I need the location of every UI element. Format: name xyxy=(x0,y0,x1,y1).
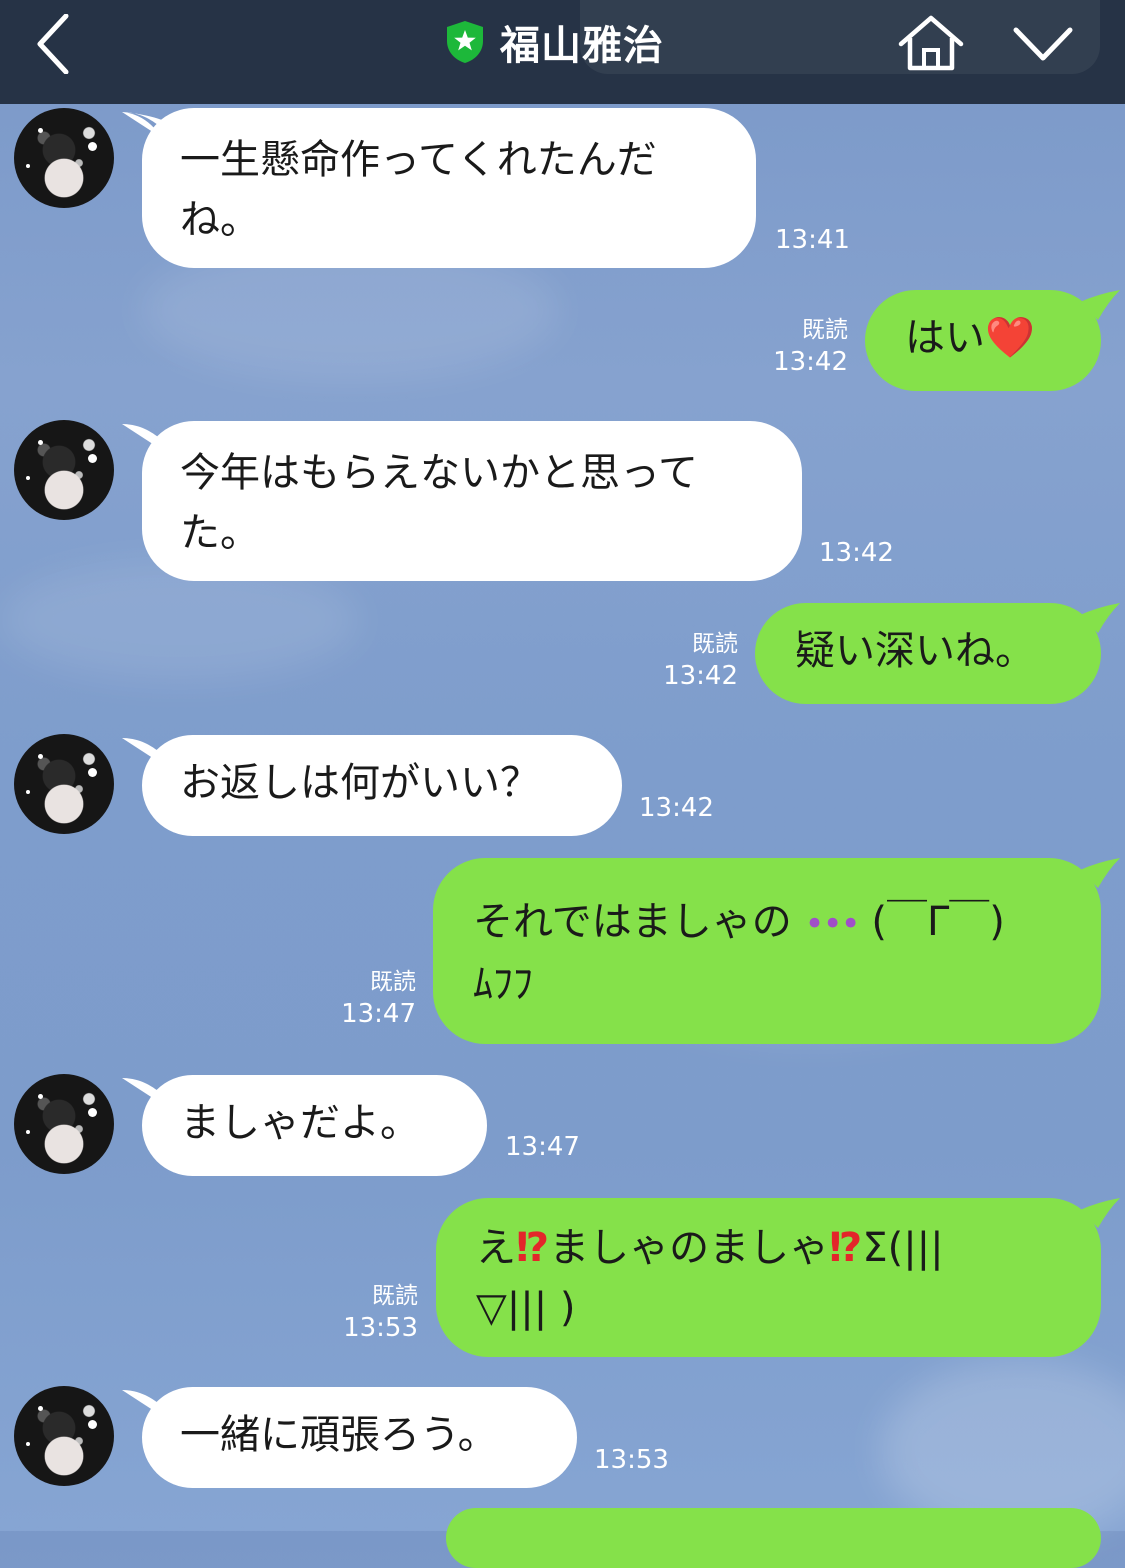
message-text: はい xyxy=(905,315,985,361)
read-receipt: 既読 13:47 xyxy=(328,966,416,1030)
chat-header: 福山雅治 xyxy=(0,0,1125,104)
message-text: ましゃのましゃ xyxy=(549,1225,830,1271)
chevron-down-icon xyxy=(1013,27,1073,61)
bubble-tail xyxy=(1080,290,1120,320)
message-time: 13:42 xyxy=(773,347,848,377)
home-button[interactable] xyxy=(895,12,967,74)
exclamation-question-emoji: ⁉ xyxy=(829,1225,863,1271)
avatar[interactable] xyxy=(14,108,114,208)
message-text: 一生懸命作ってくれたんだ xyxy=(180,137,657,183)
bubble-tail xyxy=(1080,1198,1120,1228)
message-bubble-outgoing[interactable]: それではましゃの ••• (￣Γ￣) ﾑﾌﾌ xyxy=(433,858,1101,1044)
message-time: 13:47 xyxy=(505,1132,580,1162)
read-label: 既読 xyxy=(802,317,848,343)
message-bubble-outgoing-partial[interactable] xyxy=(446,1508,1101,1568)
message-text: ね。 xyxy=(180,197,260,243)
message-bubble-incoming[interactable]: 一生懸命作ってくれたんだ ね。 xyxy=(142,108,756,268)
message-text: それではましゃの xyxy=(473,899,805,945)
chat-title-group[interactable]: 福山雅治 xyxy=(444,14,664,70)
message-bubble-outgoing[interactable]: 疑い深いね。 xyxy=(755,603,1101,704)
bubble-tail xyxy=(1080,858,1120,888)
message-time: 13:42 xyxy=(819,538,894,568)
heart-emoji: ❤️ xyxy=(985,315,1035,361)
read-receipt: 既読 13:42 xyxy=(760,314,848,378)
message-text: ▽||| ) xyxy=(476,1285,576,1331)
message-text: 疑い深いね。 xyxy=(795,628,1035,674)
message-text: (￣Γ￣) xyxy=(858,899,1005,945)
read-label: 既読 xyxy=(372,1283,418,1309)
message-text: 一緒に頑張ろう。 xyxy=(180,1412,498,1458)
message-bubble-incoming[interactable]: お返しは何がいい？ xyxy=(142,735,622,836)
message-text: 今年はもらえないかと思って xyxy=(180,450,698,496)
read-receipt: 既読 13:53 xyxy=(330,1280,418,1344)
message-bubble-incoming[interactable]: ましゃだよ。 xyxy=(142,1075,487,1176)
message-text: Σ(||| xyxy=(862,1225,944,1271)
exclamation-question-emoji: ⁉ xyxy=(516,1225,550,1271)
message-text: ましゃだよ。 xyxy=(180,1100,420,1146)
message-text: ﾑﾌﾌ xyxy=(473,961,533,1007)
avatar[interactable] xyxy=(14,734,114,834)
message-time: 13:53 xyxy=(343,1313,418,1343)
message-bubble-incoming[interactable]: 今年はもらえないかと思って た。 xyxy=(142,421,802,581)
avatar[interactable] xyxy=(14,420,114,520)
message-time: 13:47 xyxy=(341,999,416,1029)
read-receipt: 既読 13:42 xyxy=(650,628,738,692)
menu-toggle-button[interactable] xyxy=(1010,20,1076,68)
read-label: 既読 xyxy=(692,631,738,657)
message-text: お返しは何がいい？ xyxy=(180,760,540,806)
bubble-tail xyxy=(1080,603,1120,633)
avatar[interactable] xyxy=(14,1386,114,1486)
shield-star-icon xyxy=(447,21,483,63)
message-bubble-outgoing[interactable]: え⁉ましゃのましゃ⁉Σ(||| ▽||| ) xyxy=(436,1198,1101,1357)
message-time: 13:42 xyxy=(663,661,738,691)
chevron-left-icon xyxy=(37,13,69,75)
dots-emoji: ••• xyxy=(804,904,861,944)
message-text: た。 xyxy=(180,510,260,556)
message-time: 13:42 xyxy=(639,793,714,823)
message-time: 13:53 xyxy=(594,1445,669,1475)
message-time: 13:41 xyxy=(775,225,850,255)
read-label: 既読 xyxy=(370,969,416,995)
home-icon xyxy=(898,15,964,71)
message-bubble-incoming[interactable]: 一緒に頑張ろう。 xyxy=(142,1387,577,1488)
message-text: え xyxy=(476,1225,516,1271)
chat-title: 福山雅治 xyxy=(500,23,664,69)
back-button[interactable] xyxy=(30,13,80,75)
message-bubble-outgoing[interactable]: はい❤️ xyxy=(865,290,1101,391)
avatar[interactable] xyxy=(14,1074,114,1174)
